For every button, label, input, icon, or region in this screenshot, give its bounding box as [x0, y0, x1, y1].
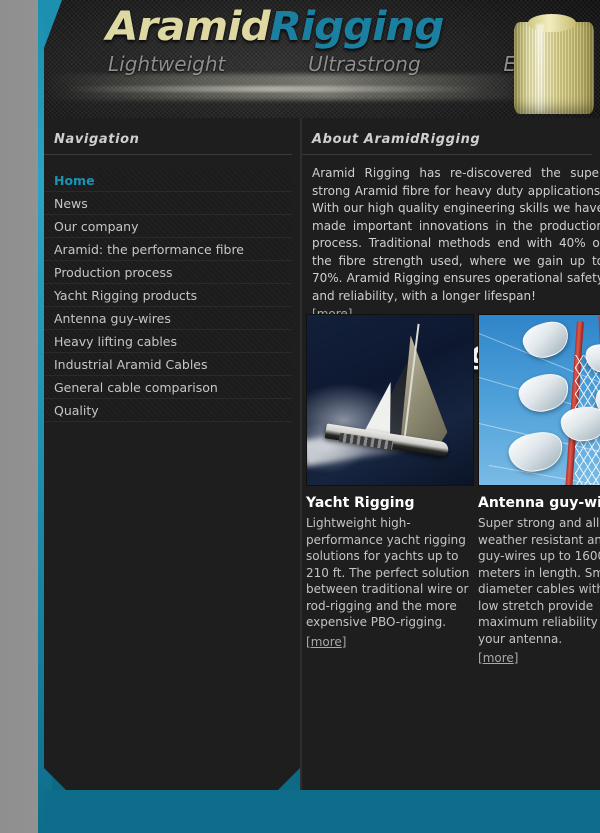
main-panels: Navigation Home News Our company Aramid:…	[44, 118, 600, 790]
spool-body	[514, 22, 594, 114]
website-page: AramidRigging Lightweight Ultrastrong En…	[38, 0, 600, 833]
spool-highlight	[536, 24, 544, 112]
sidebar-item-heavy-lifting-cables[interactable]: Heavy lifting cables	[44, 330, 292, 353]
card-more-label-yacht: more	[310, 634, 342, 649]
card-title-yacht-rigging: Yacht Rigging	[306, 495, 415, 511]
navigation-sidebar: Navigation Home News Our company Aramid:…	[44, 118, 300, 790]
logo-text-rigging: Rigging	[269, 4, 444, 50]
tagline-lightweight: Lightweight	[108, 52, 226, 76]
navigation-list: Home News Our company Aramid: the perfor…	[44, 169, 300, 422]
product-card-yacht-rigging[interactable]: Yacht Rigging Lightweight high-performan…	[306, 314, 474, 666]
sidebar-item-production-process[interactable]: Production process	[44, 261, 292, 284]
card-text-yacht-rigging: Lightweight high-performance yacht riggi…	[306, 516, 470, 629]
racing-yacht-photo	[306, 314, 474, 486]
sidebar-item-general-cable-comparison[interactable]: General cable comparison	[44, 376, 292, 399]
navigation-title: Navigation	[44, 118, 292, 155]
product-cards: Yacht Rigging Lightweight high-performan…	[306, 314, 600, 666]
card-more-label-antenna: more	[482, 651, 514, 665]
card-title-antenna-guy-wires: Antenna guy-wires	[478, 495, 600, 511]
header-light-streak-core	[64, 86, 484, 92]
sidebar-item-quality[interactable]: Quality	[44, 399, 292, 422]
about-section-body: Aramid Rigging has re-discovered the sup…	[302, 155, 600, 324]
site-logo[interactable]: AramidRigging	[106, 4, 444, 50]
sidebar-item-antenna-guy-wires[interactable]: Antenna guy-wires	[44, 307, 292, 330]
sidebar-item-aramid-performance-fibre[interactable]: Aramid: the performance fibre	[44, 238, 292, 261]
card-more-link-yacht-rigging[interactable]: [more]	[306, 635, 346, 649]
footer-teal-band	[44, 790, 600, 833]
sidebar-item-news[interactable]: News	[44, 192, 292, 215]
sidebar-item-yacht-rigging-products[interactable]: Yacht Rigging products	[44, 284, 292, 307]
card-text-antenna-guy-wires: Super strong and all-weather resistant a…	[478, 516, 600, 646]
content-panel: About AramidRigging Aramid Rigging has r…	[302, 118, 600, 790]
about-section-title: About AramidRigging	[302, 118, 592, 155]
product-card-antenna-guy-wires[interactable]: Antenna guy-wires Super strong and all-w…	[478, 314, 600, 666]
antenna-tower-photo	[478, 314, 600, 486]
about-paragraph: Aramid Rigging has re-discovered the sup…	[312, 166, 600, 303]
site-header-banner: AramidRigging Lightweight Ultrastrong En	[44, 0, 600, 118]
sidebar-item-industrial-aramid-cables[interactable]: Industrial Aramid Cables	[44, 353, 292, 376]
sidebar-item-our-company[interactable]: Our company	[44, 215, 292, 238]
aramid-fibre-spool-image	[506, 8, 600, 116]
logo-text-aramid: Aramid	[106, 4, 271, 50]
header-corner-notch	[44, 0, 62, 48]
card-more-link-antenna[interactable]: [more]	[478, 651, 518, 665]
tagline-ultrastrong: Ultrastrong	[308, 52, 421, 76]
sidebar-item-home[interactable]: Home	[44, 169, 292, 192]
panel-divider	[300, 118, 302, 790]
